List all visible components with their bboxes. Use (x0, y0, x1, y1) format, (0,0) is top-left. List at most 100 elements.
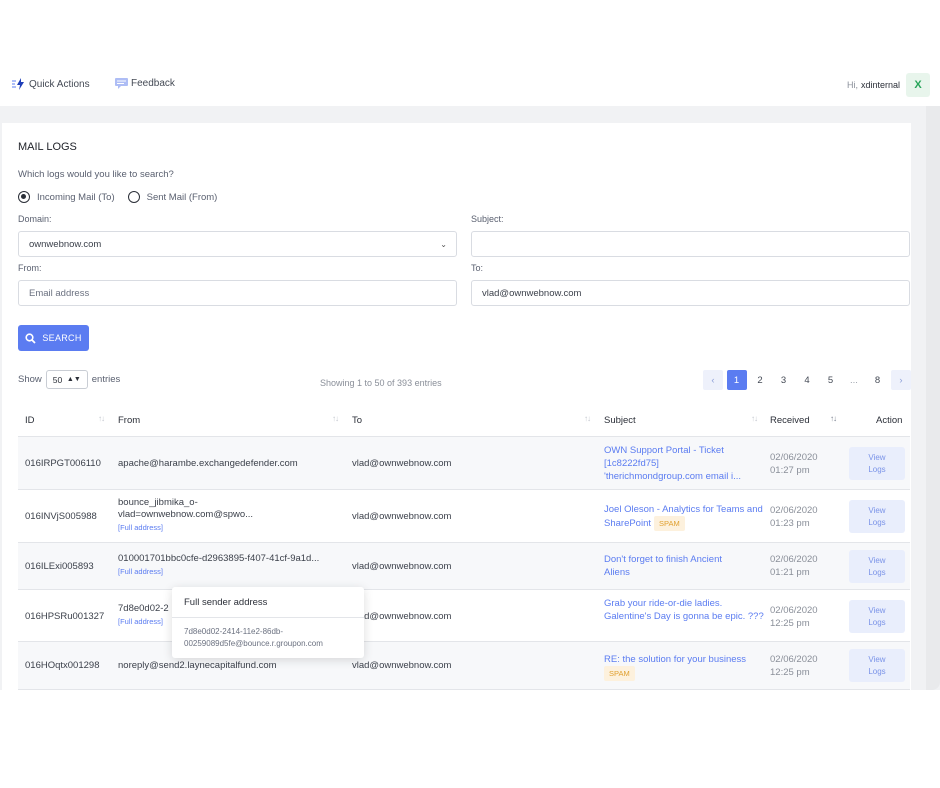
row-date: 02/06/2020 (770, 554, 818, 565)
row-received: 02/06/2020 01:21 pm (770, 553, 818, 579)
logs-word: Logs (868, 567, 886, 577)
search-button-label: SEARCH (42, 333, 82, 343)
row-received: 02/06/2020 12:25 pm (770, 604, 818, 630)
next-page-button[interactable]: › (891, 370, 911, 390)
backdrop-edge (926, 106, 940, 690)
row-subject-link[interactable]: Grab your ride-or-die ladies. Galentine'… (604, 597, 764, 623)
row-to: vlad@ownwebnow.com (352, 458, 452, 469)
view-logs-label: View Logs (868, 605, 885, 629)
domain-select[interactable]: ownwebnow.com ⌄ (18, 231, 457, 257)
col-action: Action (876, 415, 903, 426)
table-row: 016HPSRu001327 7d8e0d02-2 [Full address]… (18, 590, 910, 642)
radio-incoming-circle[interactable] (18, 191, 30, 203)
row-id: 016HPSRu001327 (25, 611, 105, 622)
page-button[interactable]: 1 (726, 370, 747, 390)
row-date: 02/06/2020 (770, 505, 818, 516)
popover-address-line1: 7d8e0d02-2414-11e2-86db- (184, 627, 284, 636)
from-label: From: (18, 263, 42, 273)
col-subject[interactable]: Subject (604, 415, 636, 426)
feedback-label: Feedback (131, 78, 175, 89)
greeting-text: Hi, (846, 80, 858, 90)
page-button[interactable]: 5 (821, 370, 841, 390)
full-address-link[interactable]: [Full address] (118, 617, 169, 626)
page-button[interactable]: 2 (750, 370, 770, 390)
page-title: MAIL LOGS (18, 141, 77, 153)
feedback-icon (115, 78, 128, 89)
direction-radio-group: Incoming Mail (To) Sent Mail (From) (18, 191, 217, 203)
row-time: 01:23 pm (770, 518, 810, 529)
subject-input[interactable] (471, 231, 910, 257)
subject-label: Subject: (471, 214, 504, 224)
row-time: 01:27 pm (770, 465, 810, 476)
sort-icon[interactable]: ↑↓ (332, 414, 339, 423)
logs-word: Logs (868, 666, 886, 676)
updown-icon: ▲▼ (66, 376, 81, 383)
table-row: 016HOqtx001298 noreply@send2.laynecapita… (18, 642, 910, 690)
row-date: 02/06/2020 (770, 452, 818, 463)
sort-icon[interactable]: ↑↓ (98, 414, 105, 423)
full-address-link[interactable]: [Full address] (118, 567, 319, 576)
row-subject-link[interactable]: RE: the solution for your business (604, 654, 746, 665)
row-time: 12:25 pm (770, 667, 810, 678)
table-row: 016ILExi005893 010001701bbc0cfe-d2963895… (18, 543, 910, 590)
full-sender-address-popover: Full sender address 7d8e0d02-2414-11e2-8… (172, 587, 364, 658)
full-address-link[interactable]: [Full address] (118, 522, 253, 534)
col-from[interactable]: From (118, 415, 140, 426)
view-logs-button[interactable]: View Logs (849, 649, 905, 682)
row-subject-link[interactable]: OWN Support Portal - Ticket [1c8222fd75]… (604, 444, 756, 483)
search-button[interactable]: SEARCH (18, 325, 89, 351)
sort-icon[interactable]: ↑↓ (584, 414, 591, 423)
row-subject-link[interactable]: Don't forget to finish Ancient Aliens (604, 553, 744, 579)
page-button[interactable]: 8 (868, 370, 888, 390)
popover-body: 7d8e0d02-2414-11e2-86db- 00259089d5fe@bo… (184, 626, 323, 650)
view-logs-button[interactable]: View Logs (849, 500, 905, 533)
row-from-line2: vlad=ownwebnow.com@spwo... (118, 509, 254, 520)
quick-actions-link[interactable]: Quick Actions (12, 78, 90, 90)
row-from: bounce_jibmika_o- vlad=ownwebnow.com@spw… (118, 497, 253, 534)
prev-page-button[interactable]: ‹ (703, 370, 723, 390)
view-word: View (868, 452, 886, 462)
row-subject: Joel Oleson - Analytics for Teams and Sh… (604, 503, 764, 531)
col-id[interactable]: ID (25, 415, 35, 426)
quick-actions-label: Quick Actions (29, 78, 90, 90)
row-to: vlad@ownwebnow.com (352, 660, 452, 671)
row-time: 01:21 pm (770, 567, 810, 578)
logs-word: Logs (868, 617, 886, 627)
row-from: noreply@send2.laynecapitalfund.com (118, 660, 277, 671)
top-bar: Quick Actions Feedback Hi, xdinternal X (0, 68, 940, 106)
row-from: apache@harambe.exchangedefender.com (118, 458, 298, 469)
feedback-link[interactable]: Feedback (115, 78, 175, 89)
table-row: 016IRPGT006110 apache@harambe.exchangede… (18, 437, 910, 490)
view-logs-button[interactable]: View Logs (849, 550, 905, 583)
popover-divider (172, 617, 364, 618)
row-subject: RE: the solution for your business SPAM (604, 653, 764, 681)
pagination: ‹ 1 2 3 4 5 ... 8 › (703, 370, 915, 390)
page-button[interactable]: 3 (774, 370, 794, 390)
view-word: View (868, 605, 886, 615)
sort-desc-icon[interactable]: ↑↓ (830, 414, 837, 423)
page-button[interactable]: 4 (797, 370, 817, 390)
row-time: 12:25 pm (770, 618, 810, 629)
logs-word: Logs (868, 517, 886, 527)
row-id: 016INVjS005988 (25, 511, 97, 522)
to-input[interactable]: vlad@ownwebnow.com (471, 280, 910, 306)
page-size-select[interactable]: 50 ▲▼ (45, 370, 88, 389)
view-logs-label: View Logs (868, 555, 885, 579)
view-logs-button[interactable]: View Logs (849, 447, 905, 480)
row-id: 016HOqtx001298 (25, 660, 100, 671)
col-received[interactable]: Received (770, 415, 810, 426)
view-logs-button[interactable]: View Logs (849, 600, 905, 633)
radio-sent-label: Sent Mail (From) (146, 191, 218, 203)
col-to[interactable]: To (352, 415, 362, 426)
radio-incoming[interactable]: Incoming Mail (To) (18, 191, 115, 203)
spam-badge: SPAM (604, 666, 635, 681)
sort-icon[interactable]: ↑↓ (751, 414, 758, 423)
radio-sent[interactable]: Sent Mail (From) (127, 191, 218, 203)
page-ellipsis: ... (850, 374, 858, 386)
from-input[interactable]: Email address (18, 280, 457, 306)
radio-sent-circle[interactable] (127, 191, 140, 203)
row-id: 016ILExi005893 (25, 561, 94, 572)
chevron-down-icon: ⌄ (440, 240, 447, 249)
page-size-control: Show 50 ▲▼ entries (18, 370, 120, 389)
avatar[interactable]: X (906, 73, 930, 97)
